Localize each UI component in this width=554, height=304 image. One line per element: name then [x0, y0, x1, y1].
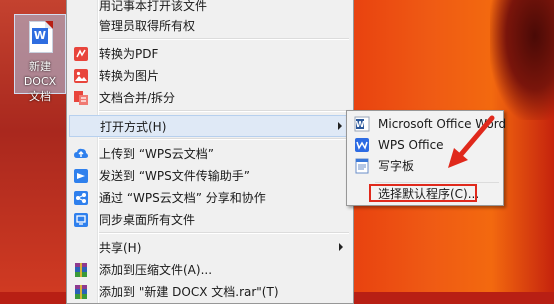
- wordpad-icon: [354, 158, 370, 174]
- menu-item-convert-image[interactable]: 转换为图片: [69, 65, 351, 87]
- share-collaborate-icon: [73, 190, 89, 206]
- menu-item-send-to-wps-transfer[interactable]: 发送到 “WPS文件传输助手”: [69, 165, 351, 187]
- sync-icon: [73, 212, 89, 228]
- menu-item-add-to-rar[interactable]: 添加到 "新建 DOCX 文档.rar"(T): [69, 281, 351, 303]
- menu-item-add-to-archive[interactable]: 添加到压缩文件(A)...: [69, 259, 351, 281]
- menu-item-share-wps-cloud[interactable]: 通过 “WPS云文档” 分享和协作: [69, 187, 351, 209]
- menu-item-convert-pdf[interactable]: 转换为PDF: [69, 43, 351, 65]
- context-menu: 用记事本打开该文件 管理员取得所有权 转换为PDF 转换为图片 文档合并/拆分 …: [66, 0, 354, 304]
- image-convert-icon: [73, 68, 89, 84]
- desktop-file-icon[interactable]: W 新建 DOCX 文档: [14, 14, 66, 103]
- menu-item-merge-split[interactable]: 文档合并/拆分: [69, 87, 351, 109]
- desktop-background-shadow: [490, 0, 554, 120]
- highlight-box: [369, 184, 477, 202]
- word-document-icon: W: [29, 21, 53, 53]
- merge-split-icon: [73, 90, 89, 106]
- submenu-arrow-icon: [338, 122, 342, 130]
- word-badge: W: [32, 28, 48, 44]
- red-annotation-arrow-icon: [448, 115, 495, 168]
- submenu-separator: [375, 182, 499, 183]
- cloud-upload-icon: [73, 146, 89, 162]
- winrar-icon: [73, 284, 89, 300]
- menu-separator: [99, 38, 349, 40]
- menu-item-sync-desktop[interactable]: 同步桌面所有文件: [69, 209, 351, 231]
- send-icon: [73, 168, 89, 184]
- winrar-icon: [73, 262, 89, 278]
- pdf-convert-icon: [73, 46, 89, 62]
- menu-item-open-with[interactable]: 打开方式(H): [69, 115, 351, 137]
- menu-separator: [99, 138, 349, 140]
- menu-item-upload-wps-cloud[interactable]: 上传到 “WPS云文档”: [69, 143, 351, 165]
- menu-separator: [99, 110, 349, 112]
- svg-text:W: W: [356, 120, 365, 129]
- submenu-arrow-icon: [339, 243, 343, 251]
- menu-item-share[interactable]: 共享(H): [69, 237, 351, 259]
- word-icon: W: [354, 116, 370, 132]
- desktop-file-label: 新建 DOCX 文档: [23, 60, 57, 103]
- wps-office-icon: [354, 137, 370, 153]
- menu-item-take-ownership[interactable]: 管理员取得所有权: [69, 15, 351, 37]
- menu-separator: [99, 232, 349, 234]
